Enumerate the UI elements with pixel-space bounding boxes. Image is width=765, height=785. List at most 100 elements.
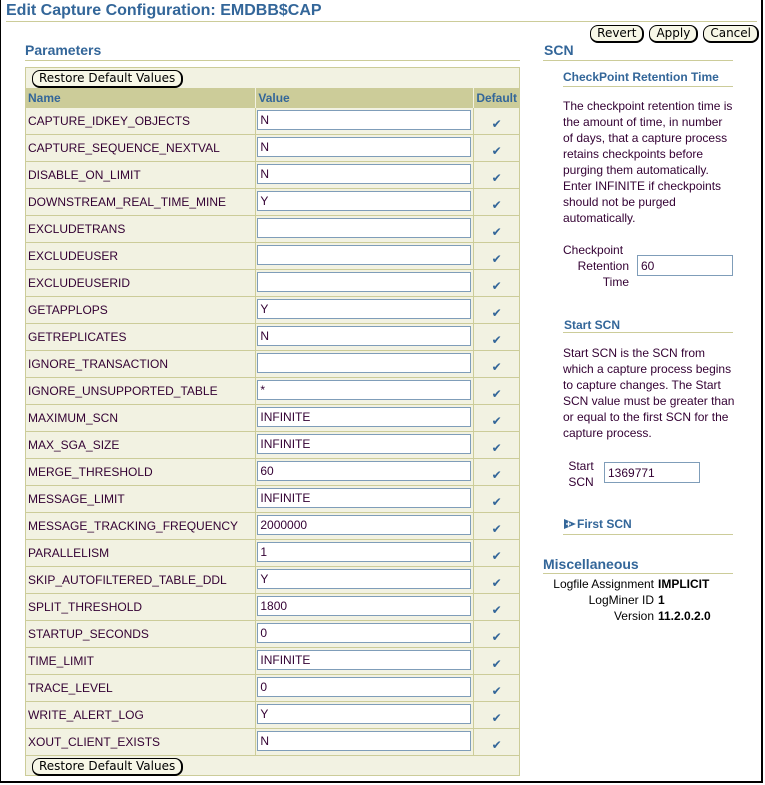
parameter-value-input[interactable] (257, 190, 472, 211)
parameter-value-input[interactable] (257, 136, 472, 157)
first-scn-disclosure[interactable]: First SCN (563, 517, 632, 531)
parameter-name: MESSAGE_LIMIT (26, 485, 257, 513)
parameter-name: IGNORE_TRANSACTION (26, 350, 257, 378)
misc-label: Logfile Assignment (553, 577, 654, 591)
parameter-default-cell: ✔ (473, 593, 519, 621)
parameter-default-cell: ✔ (473, 566, 519, 594)
parameter-name: EXCLUDETRANS (26, 215, 257, 243)
cancel-button[interactable]: Cancel (703, 25, 759, 43)
checkpoint-description: The checkpoint retention time is the amo… (563, 99, 733, 225)
parameter-name: MAX_SGA_SIZE (26, 431, 257, 459)
table-row: MAX_SGA_SIZE ✔ (26, 431, 519, 459)
parameter-default-cell: ✔ (473, 323, 519, 351)
parameter-name: CAPTURE_IDKEY_OBJECTS (26, 107, 257, 135)
miscellaneous-heading: Miscellaneous (543, 556, 639, 572)
parameter-value-input[interactable] (257, 541, 472, 562)
parameter-name: IGNORE_UNSUPPORTED_TABLE (26, 377, 257, 405)
checkmark-icon: ✔ (491, 117, 502, 131)
parameter-value-input[interactable] (257, 298, 472, 319)
parameter-value-cell (255, 107, 475, 135)
parameter-value-input[interactable] (257, 379, 472, 400)
parameter-value-cell (255, 350, 475, 378)
parameter-value-input[interactable] (257, 109, 472, 130)
misc-row-logminer-id: LogMiner ID 1 (541, 592, 711, 608)
checkmark-icon: ✔ (491, 171, 502, 185)
revert-button[interactable]: Revert (590, 25, 645, 43)
parameter-default-cell: ✔ (473, 458, 519, 486)
parameter-value-input[interactable] (257, 595, 472, 616)
parameter-value-input[interactable] (257, 352, 472, 373)
table-row: SKIP_AUTOFILTERED_TABLE_DDL ✔ (26, 566, 519, 594)
miscellaneous-list: Logfile Assignment IMPLICIT LogMiner ID … (541, 576, 711, 624)
first-scn-link[interactable]: First SCN (577, 517, 632, 531)
parameter-default-cell: ✔ (473, 188, 519, 216)
parameters-heading: Parameters (25, 42, 102, 58)
checkmark-icon: ✔ (491, 711, 502, 725)
checkmark-icon: ✔ (491, 549, 502, 563)
parameter-value-input[interactable] (257, 622, 472, 643)
parameter-value-cell (255, 566, 475, 594)
checkmark-icon: ✔ (491, 441, 502, 455)
column-header-value: Value (255, 88, 475, 108)
parameter-name: SKIP_AUTOFILTERED_TABLE_DDL (26, 566, 257, 594)
table-row: IGNORE_TRANSACTION ✔ (26, 350, 519, 378)
misc-label: Version (613, 609, 654, 623)
parameter-name: CAPTURE_SEQUENCE_NEXTVAL (26, 134, 257, 162)
parameter-value-input[interactable] (257, 703, 472, 724)
parameter-value-input[interactable] (257, 460, 472, 481)
table-row: CAPTURE_IDKEY_OBJECTS ✔ (26, 107, 519, 135)
parameter-value-input[interactable] (257, 244, 472, 265)
table-row: DOWNSTREAM_REAL_TIME_MINE ✔ (26, 188, 519, 216)
start-scn-input[interactable] (604, 462, 700, 483)
parameter-value-input[interactable] (257, 325, 472, 346)
parameter-default-cell: ✔ (473, 107, 519, 135)
checkpoint-retention-input[interactable] (637, 255, 733, 276)
action-toolbar: Revert Apply Cancel (590, 25, 759, 43)
checkmark-icon: ✔ (491, 468, 502, 482)
restore-defaults-button-bottom[interactable]: Restore Default Values (32, 758, 184, 776)
parameter-value-input[interactable] (257, 730, 472, 751)
parameter-value-input[interactable] (257, 406, 472, 427)
parameter-default-cell: ✔ (473, 350, 519, 378)
parameter-value-input[interactable] (257, 568, 472, 589)
parameter-default-cell: ✔ (473, 647, 519, 675)
checkmark-icon: ✔ (491, 657, 502, 671)
parameter-default-cell: ✔ (473, 620, 519, 648)
table-row: MERGE_THRESHOLD ✔ (26, 458, 519, 486)
expand-arrow-icon (564, 519, 576, 529)
checkmark-icon: ✔ (491, 387, 502, 401)
parameter-value-cell (255, 485, 475, 513)
parameter-value-input[interactable] (257, 649, 472, 670)
parameter-value-input[interactable] (257, 163, 472, 184)
parameter-value-input[interactable] (257, 271, 472, 292)
parameter-name: XOUT_CLIENT_EXISTS (26, 728, 257, 755)
table-row: EXCLUDEUSERID ✔ (26, 269, 519, 297)
parameter-value-input[interactable] (257, 676, 472, 697)
table-row: SPLIT_THRESHOLD ✔ (26, 593, 519, 621)
parameter-value-cell (255, 269, 475, 297)
checkmark-icon: ✔ (491, 414, 502, 428)
parameters-divider (25, 60, 520, 61)
apply-button[interactable]: Apply (649, 25, 699, 43)
parameter-default-cell: ✔ (473, 134, 519, 162)
parameter-name: GETREPLICATES (26, 323, 257, 351)
parameter-value-input[interactable] (257, 433, 472, 454)
parameter-value-cell (255, 593, 475, 621)
parameter-name: MERGE_THRESHOLD (26, 458, 257, 486)
parameter-default-cell: ✔ (473, 485, 519, 513)
parameter-value-input[interactable] (257, 487, 472, 508)
restore-defaults-button-top[interactable]: Restore Default Values (32, 70, 184, 88)
table-row: PARALLELISM ✔ (26, 539, 519, 567)
table-row: GETREPLICATES ✔ (26, 323, 519, 351)
parameter-name: EXCLUDEUSERID (26, 269, 257, 297)
misc-row-logfile-assignment: Logfile Assignment IMPLICIT (541, 576, 711, 592)
parameter-name: DISABLE_ON_LIMIT (26, 161, 257, 189)
checkmark-icon: ✔ (491, 225, 502, 239)
parameter-name: WRITE_ALERT_LOG (26, 701, 257, 729)
table-row: STARTUP_SECONDS ✔ (26, 620, 519, 648)
parameter-value-cell (255, 188, 475, 216)
checkmark-icon: ✔ (491, 684, 502, 698)
parameter-value-input[interactable] (257, 217, 472, 238)
parameter-value-input[interactable] (257, 514, 472, 535)
parameter-name: TIME_LIMIT (26, 647, 257, 675)
